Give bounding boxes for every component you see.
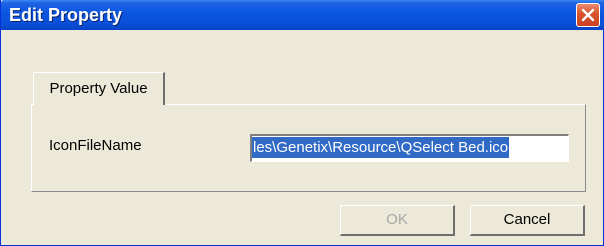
icon-file-name-input[interactable]: les\Genetix\Resource\QSelect Bed.ico bbox=[250, 134, 569, 162]
close-button[interactable] bbox=[576, 3, 600, 27]
close-icon bbox=[581, 8, 595, 22]
ok-button[interactable]: OK bbox=[340, 205, 455, 236]
title-bar[interactable]: Edit Property bbox=[1, 0, 604, 30]
selected-text: les\Genetix\Resource\QSelect Bed.ico bbox=[252, 137, 510, 158]
edit-property-dialog: Edit Property Property Value IconFileNam… bbox=[0, 0, 604, 246]
tab-property-value[interactable]: Property Value bbox=[33, 72, 165, 105]
cancel-button[interactable]: Cancel bbox=[470, 205, 585, 236]
window-title: Edit Property bbox=[9, 5, 123, 25]
icon-file-name-label: IconFileName bbox=[49, 137, 142, 154]
